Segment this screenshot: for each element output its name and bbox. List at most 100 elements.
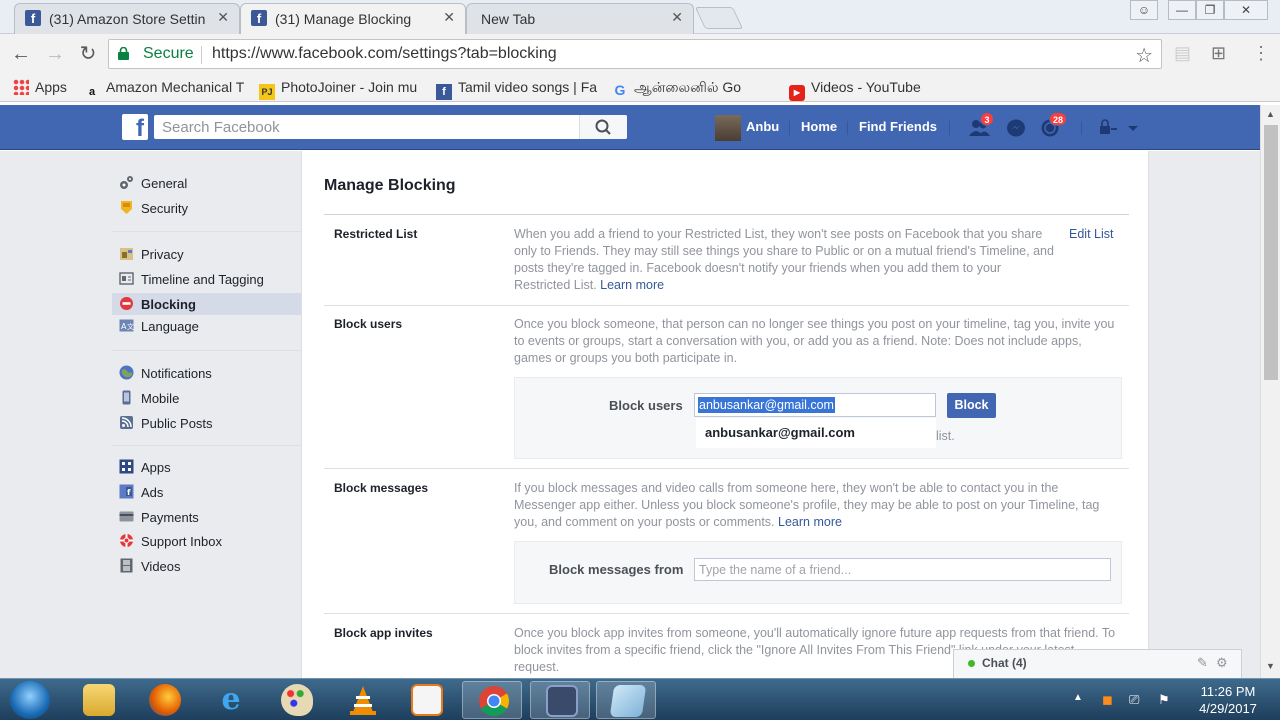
show-hidden-icons-chevron-up-icon[interactable]: ▲ (1073, 692, 1083, 703)
bookmark-amazon-mechanical[interactable]: a Amazon Mechanical T (84, 79, 244, 100)
sidebar-item-mobile[interactable]: Mobile (112, 387, 301, 409)
internet-explorer-icon: e (221, 682, 241, 717)
taskbar-firefox[interactable] (134, 681, 194, 719)
avatar[interactable] (715, 115, 741, 141)
search-input[interactable] (154, 115, 574, 139)
restricted-list-label: Restricted List (334, 227, 418, 241)
section-divider (324, 305, 1129, 306)
tab-amazon-store-settings[interactable]: f (31) Amazon Store Settin ✕ (14, 3, 240, 34)
account-menu-chevron-down-icon[interactable] (1126, 118, 1148, 138)
suggestion-item[interactable]: anbusankar@gmail.com (705, 425, 855, 440)
close-tab-icon[interactable]: ✕ (671, 9, 683, 26)
sidebar-item-general[interactable]: General (112, 172, 301, 194)
vlc-cone-icon (350, 686, 376, 715)
sidebar-item-videos[interactable]: Videos (112, 555, 301, 577)
find-friends-link[interactable]: Find Friends (859, 119, 937, 134)
scroll-down-icon[interactable]: ▼ (1266, 661, 1275, 671)
bookmark-apps[interactable]: Apps (13, 79, 67, 95)
close-tab-icon[interactable]: ✕ (443, 9, 455, 26)
network-icon[interactable]: ⎚ (1129, 692, 1139, 708)
lock-icon (120, 248, 133, 260)
bookmark-google-tamil[interactable]: G ஆன்லைனில் Go (612, 79, 742, 98)
tab-new-tab[interactable]: New Tab ✕ (466, 3, 694, 34)
chat-settings-gear-icon[interactable]: ⚙ (1216, 655, 1228, 671)
block-users-input-value[interactable]: anbusankar@gmail.com (698, 397, 835, 413)
reload-icon[interactable]: ↻ (77, 43, 99, 65)
badge-icon (121, 201, 132, 214)
messages-jewel[interactable] (1005, 118, 1027, 138)
sidebar-item-language[interactable]: A文 Language (112, 315, 301, 337)
new-message-icon[interactable]: ✎ (1197, 655, 1208, 671)
sidebar-item-label: Payments (141, 510, 199, 525)
block-messages-input[interactable] (694, 558, 1111, 581)
block-users-input[interactable]: anbusankar@gmail.com (694, 393, 936, 417)
sidebar-item-privacy[interactable]: Privacy (112, 243, 301, 265)
tray-app-icon[interactable]: ◼ (1102, 692, 1113, 708)
sidebar-item-label: Apps (141, 460, 171, 475)
chrome-menu-icon[interactable]: ⋮ (1252, 43, 1270, 64)
taskbar-vlc[interactable] (332, 681, 392, 719)
taskbar-media-player[interactable] (396, 681, 456, 719)
home-link[interactable]: Home (801, 119, 837, 134)
restricted-learn-more-link[interactable]: Learn more (600, 278, 664, 292)
taskbar-internet-explorer[interactable]: e (200, 681, 260, 719)
chat-label: Chat (4) (982, 656, 1027, 670)
windows-start-button[interactable] (10, 681, 50, 719)
profile-link[interactable]: Anbu (746, 119, 779, 134)
block-messages-learn-more-link[interactable]: Learn more (778, 515, 842, 529)
sidebar-item-label: Videos (141, 559, 181, 574)
taskbar-notepad[interactable] (596, 681, 656, 719)
sidebar-item-ads[interactable]: f Ads (112, 481, 301, 503)
omnibox[interactable]: Secure https://www.facebook.com/settings… (108, 39, 1162, 69)
taskbar-paint[interactable] (266, 681, 326, 719)
sidebar-item-support-inbox[interactable]: Support Inbox (112, 530, 301, 552)
close-tab-icon[interactable]: ✕ (217, 9, 229, 26)
block-users-suggestion-dropdown[interactable]: anbusankar@gmail.com (696, 418, 936, 448)
facebook-search[interactable] (154, 115, 627, 139)
sidebar-item-timeline-and-tagging[interactable]: Timeline and Tagging (112, 268, 301, 290)
friend-requests-jewel[interactable]: 3 (968, 112, 994, 138)
edit-list-link[interactable]: Edit List (1069, 227, 1113, 241)
new-tab-button[interactable] (694, 7, 744, 29)
url-text[interactable]: https://www.facebook.com/settings?tab=bl… (212, 45, 557, 63)
taskbar-chrome[interactable] (462, 681, 522, 719)
close-window-button[interactable]: ✕ (1224, 0, 1268, 20)
sidebar-item-blocking[interactable]: Blocking (112, 293, 301, 315)
sidebar-item-payments[interactable]: Payments (112, 506, 301, 528)
sidebar-item-public-posts[interactable]: Public Posts (112, 412, 301, 434)
sidebar-divider (112, 445, 301, 446)
extension-icon[interactable]: ▤ (1174, 43, 1191, 64)
block-button[interactable]: Block (947, 393, 996, 418)
sidebar-item-notifications[interactable]: Notifications (112, 362, 301, 384)
chat-sidebar-bar[interactable]: Chat (4) ✎ ⚙ (953, 649, 1242, 678)
action-center-flag-icon[interactable]: ⚑ (1158, 692, 1170, 708)
sidebar-item-security[interactable]: Security (112, 197, 301, 219)
system-clock[interactable]: 11:26 PM 4/29/2017 (1188, 683, 1268, 717)
block-messages-text-field[interactable] (695, 559, 1110, 580)
bookmark-photojoiner[interactable]: PJ PhotoJoiner - Join mu (259, 79, 417, 100)
sidebar-item-label: Timeline and Tagging (141, 272, 264, 287)
quick-help-icon[interactable] (1098, 118, 1120, 138)
facebook-logo-icon[interactable]: f (122, 114, 148, 142)
back-arrow-icon[interactable]: ← (10, 43, 32, 65)
minimize-button[interactable]: — (1168, 0, 1196, 20)
search-button[interactable] (579, 115, 627, 139)
forward-arrow-icon[interactable]: → (44, 43, 66, 65)
secure-label: Secure (143, 45, 194, 62)
tab-manage-blocking[interactable]: f (31) Manage Blocking ✕ (240, 3, 466, 34)
restore-button[interactable]: ❐ (1196, 0, 1224, 20)
profile-icon[interactable]: ☺ (1130, 0, 1158, 20)
page-scrollbar[interactable]: ▲ ▼ (1260, 105, 1280, 678)
taskbar-explorer[interactable] (68, 681, 128, 719)
scrollbar-thumb[interactable] (1264, 125, 1278, 380)
sidebar-item-apps[interactable]: Apps (112, 456, 301, 478)
bookmark-tamil-video-songs[interactable]: f Tamil video songs | Fa (436, 79, 597, 100)
bookmark-star-icon[interactable]: ☆ (1135, 43, 1153, 68)
notifications-jewel[interactable]: 28 (1039, 112, 1068, 138)
bookmark-youtube[interactable]: ▶ Videos - YouTube (789, 79, 921, 101)
bookmarks-bar: Apps a Amazon Mechanical T PJ PhotoJoiner … (0, 74, 1280, 102)
extension-basket-icon[interactable]: ⊞ (1211, 43, 1226, 64)
scroll-up-icon[interactable]: ▲ (1266, 109, 1275, 119)
taskbar-film-app[interactable] (530, 681, 590, 719)
sidebar-item-label: Language (141, 319, 199, 334)
